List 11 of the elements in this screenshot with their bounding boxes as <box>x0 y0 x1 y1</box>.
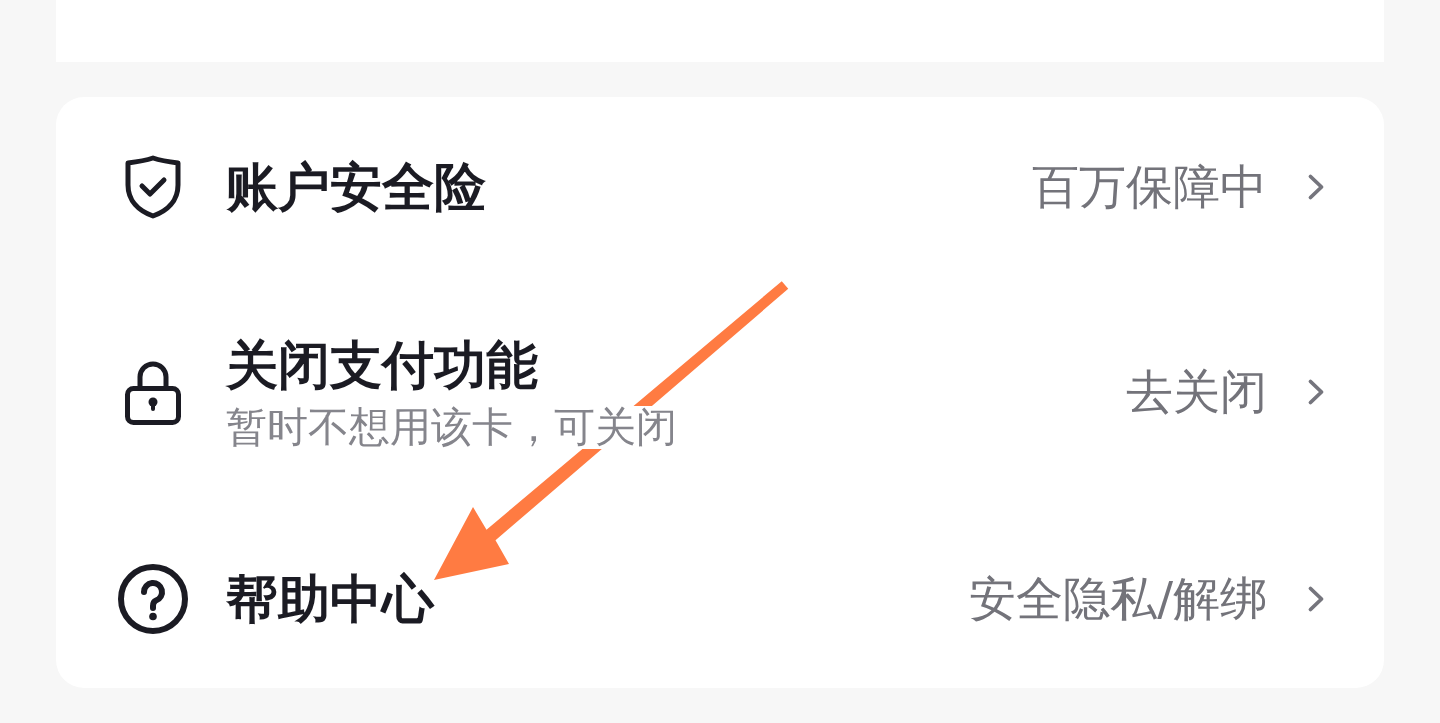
chevron-right-icon <box>1307 585 1325 614</box>
menu-item-label[interactable]: 账户安全险 <box>226 155 486 219</box>
menu-item-label[interactable]: 帮助中心 <box>226 568 434 631</box>
help-icon <box>118 564 188 635</box>
menu-item-status: 百万保障中 <box>1032 158 1267 216</box>
menu-item-label[interactable]: 关闭支付功能 <box>226 334 538 397</box>
shield-check-icon <box>123 155 183 219</box>
chevron-right-icon <box>1307 173 1325 201</box>
menu-item-status: 安全隐私/解绑 <box>969 571 1267 628</box>
menu-item-status: 去关闭 <box>1126 363 1267 420</box>
chevron-right-icon <box>1307 377 1325 406</box>
